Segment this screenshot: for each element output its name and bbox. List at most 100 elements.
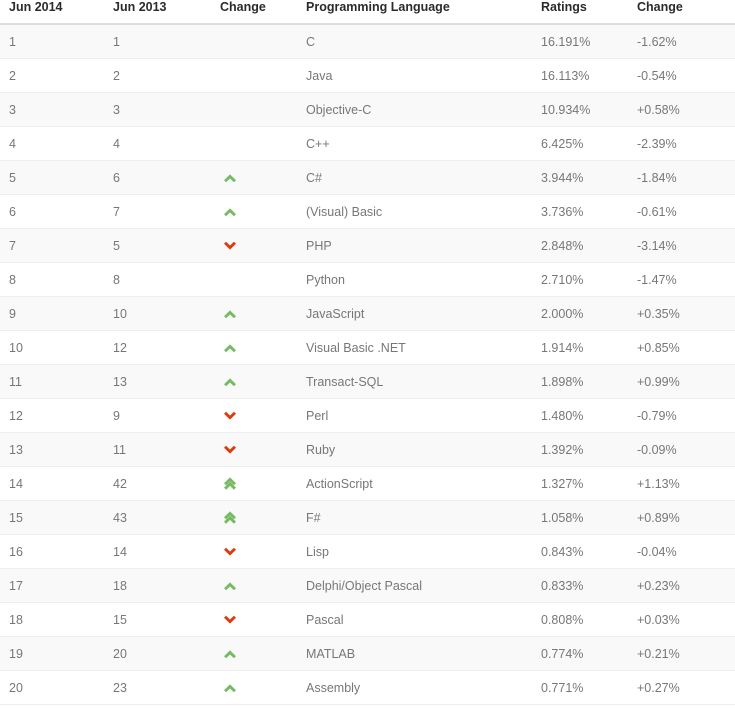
column-header-change-icon[interactable]: Change	[208, 0, 295, 25]
cell-language: Python	[295, 262, 541, 297]
chevron-up-icon	[208, 568, 295, 603]
chevron-up-icon	[208, 330, 295, 365]
cell-rank-previous: 4	[104, 126, 208, 161]
cell-rank-current: 11	[0, 364, 104, 399]
table-row[interactable]: 19 20 MATLAB 0.774% +0.21%	[0, 636, 735, 671]
cell-rank-current: 19	[0, 636, 104, 671]
table-row[interactable]: 4 4 C++ 6.425% -2.39%	[0, 126, 735, 161]
cell-language: Visual Basic .NET	[295, 330, 541, 365]
cell-rank-current: 5	[0, 160, 104, 195]
cell-rank-previous: 10	[104, 296, 208, 331]
column-header-ratings[interactable]: Ratings	[541, 0, 633, 25]
table-row[interactable]: 16 14 Lisp 0.843% -0.04%	[0, 534, 735, 569]
change-icon-empty	[208, 24, 295, 59]
cell-rank-current: 4	[0, 126, 104, 161]
chevron-up-icon	[222, 306, 238, 322]
cell-rank-previous: 42	[104, 466, 208, 501]
change-icon-empty	[208, 92, 295, 127]
chevron-up-icon	[222, 578, 238, 594]
table-row[interactable]: 3 3 Objective-C 10.934% +0.58%	[0, 92, 735, 127]
cell-ratings: 2.710%	[541, 262, 633, 297]
cell-rank-previous: 14	[104, 534, 208, 569]
column-header-change-pct[interactable]: Change	[633, 0, 735, 25]
cell-rank-previous: 43	[104, 500, 208, 535]
cell-rank-previous: 2	[104, 58, 208, 93]
chevron-down-icon	[208, 534, 295, 569]
cell-ratings: 10.934%	[541, 92, 633, 127]
cell-change-pct: -1.84%	[633, 160, 735, 195]
double-chevron-up-icon	[208, 500, 295, 535]
cell-rank-current: 18	[0, 602, 104, 637]
cell-language: (Visual) Basic	[295, 194, 541, 229]
cell-rank-previous: 18	[104, 568, 208, 603]
cell-rank-previous: 8	[104, 262, 208, 297]
cell-rank-current: 13	[0, 432, 104, 467]
cell-rank-previous: 12	[104, 330, 208, 365]
cell-change-pct: +0.35%	[633, 296, 735, 331]
no-change-placeholder	[222, 134, 238, 150]
table-row[interactable]: 17 18 Delphi/Object Pascal 0.833% +0.23%	[0, 568, 735, 603]
column-header-language[interactable]: Programming Language	[295, 0, 541, 25]
table-row[interactable]: 20 23 Assembly 0.771% +0.27%	[0, 670, 735, 705]
table-row[interactable]: 15 43 F# 1.058% +0.89%	[0, 500, 735, 535]
cell-change-pct: +0.23%	[633, 568, 735, 603]
cell-language: Transact-SQL	[295, 364, 541, 399]
table-row[interactable]: 6 7 (Visual) Basic 3.736% -0.61%	[0, 194, 735, 229]
cell-rank-previous: 7	[104, 194, 208, 229]
no-change-placeholder	[222, 32, 238, 48]
table-row[interactable]: 18 15 Pascal 0.808% +0.03%	[0, 602, 735, 637]
chevron-down-icon	[222, 238, 238, 254]
table-row[interactable]: 1 1 C 16.191% -1.62%	[0, 24, 735, 59]
cell-ratings: 1.898%	[541, 364, 633, 399]
column-header-rank-previous[interactable]: Jun 2013	[104, 0, 208, 25]
table-row[interactable]: 7 5 PHP 2.848% -3.14%	[0, 228, 735, 263]
cell-change-pct: +0.99%	[633, 364, 735, 399]
cell-change-pct: +0.03%	[633, 602, 735, 637]
chevron-up-icon	[208, 296, 295, 331]
table-row[interactable]: 12 9 Perl 1.480% -0.79%	[0, 398, 735, 433]
cell-ratings: 1.914%	[541, 330, 633, 365]
cell-ratings: 2.000%	[541, 296, 633, 331]
chevron-up-icon	[208, 194, 295, 229]
cell-change-pct: -0.04%	[633, 534, 735, 569]
chevron-up-icon	[208, 364, 295, 399]
table-row[interactable]: 2 2 Java 16.113% -0.54%	[0, 58, 735, 93]
cell-rank-current: 15	[0, 500, 104, 535]
cell-language: Ruby	[295, 432, 541, 467]
chevron-up-icon	[208, 636, 295, 671]
cell-ratings: 0.771%	[541, 670, 633, 705]
table-row[interactable]: 5 6 C# 3.944% -1.84%	[0, 160, 735, 195]
double-chevron-up-icon	[222, 510, 238, 526]
cell-ratings: 0.833%	[541, 568, 633, 603]
table-row[interactable]: 11 13 Transact-SQL 1.898% +0.99%	[0, 364, 735, 399]
cell-change-pct: +0.58%	[633, 92, 735, 127]
change-icon-empty	[208, 262, 295, 297]
cell-rank-current: 1	[0, 24, 104, 59]
table-row[interactable]: 13 11 Ruby 1.392% -0.09%	[0, 432, 735, 467]
cell-rank-current: 10	[0, 330, 104, 365]
no-change-placeholder	[222, 66, 238, 82]
cell-ratings: 16.191%	[541, 24, 633, 59]
double-chevron-up-icon	[222, 476, 238, 492]
cell-rank-current: 16	[0, 534, 104, 569]
chevron-down-icon	[208, 398, 295, 433]
cell-rank-current: 12	[0, 398, 104, 433]
cell-ratings: 0.843%	[541, 534, 633, 569]
cell-change-pct: -0.09%	[633, 432, 735, 467]
cell-rank-current: 9	[0, 296, 104, 331]
cell-rank-current: 8	[0, 262, 104, 297]
cell-ratings: 16.113%	[541, 58, 633, 93]
chevron-down-icon	[222, 442, 238, 458]
cell-rank-previous: 23	[104, 670, 208, 705]
cell-ratings: 3.736%	[541, 194, 633, 229]
cell-change-pct: -1.47%	[633, 262, 735, 297]
table-row[interactable]: 14 42 ActionScript 1.327% +1.13%	[0, 466, 735, 501]
table-row[interactable]: 8 8 Python 2.710% -1.47%	[0, 262, 735, 297]
cell-language: MATLAB	[295, 636, 541, 671]
chevron-down-icon	[222, 544, 238, 560]
no-change-placeholder	[222, 100, 238, 116]
table-row[interactable]: 10 12 Visual Basic .NET 1.914% +0.85%	[0, 330, 735, 365]
cell-language: Lisp	[295, 534, 541, 569]
column-header-rank-current[interactable]: Jun 2014	[0, 0, 104, 25]
table-row[interactable]: 9 10 JavaScript 2.000% +0.35%	[0, 296, 735, 331]
